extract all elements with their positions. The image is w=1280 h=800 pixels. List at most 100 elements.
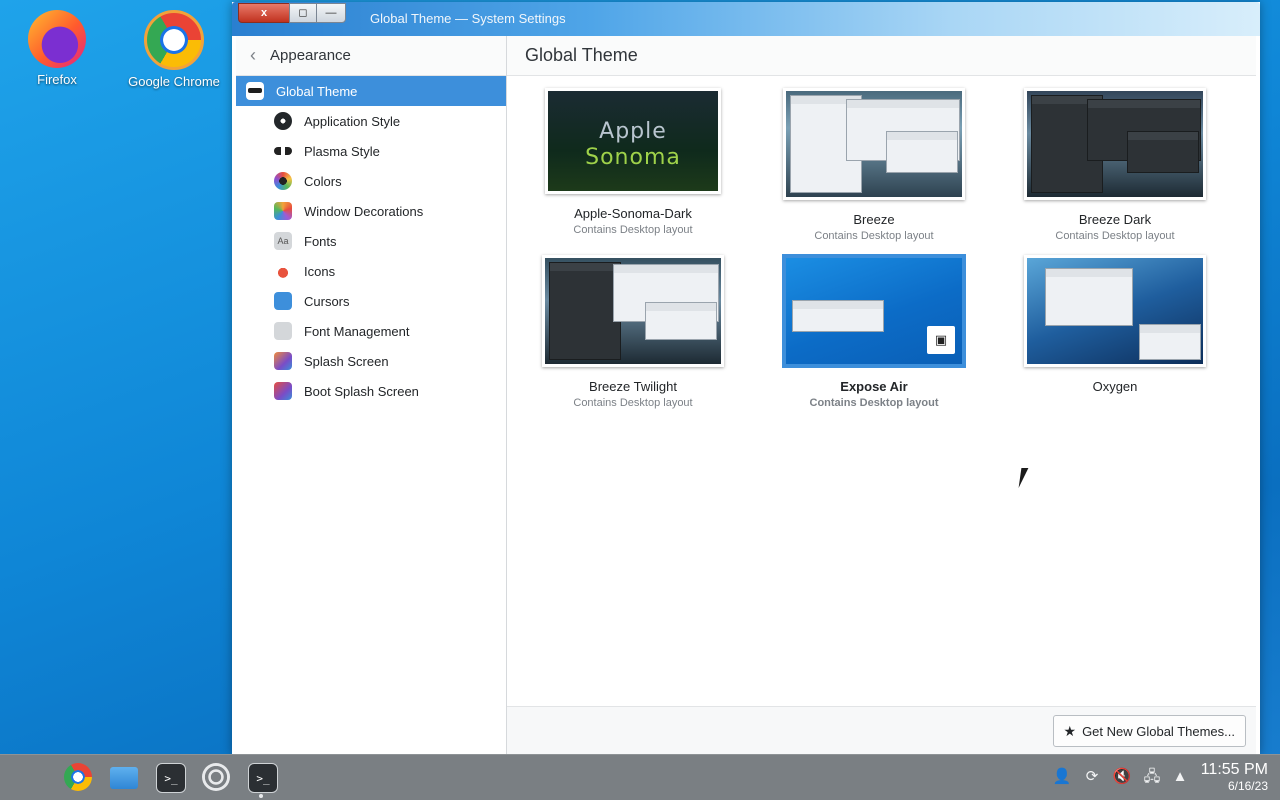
sidebar-item-global-theme[interactable]: Global Theme (236, 76, 506, 106)
sidebar-item-label: Font Management (304, 323, 410, 339)
settings-gear-icon[interactable] (202, 763, 230, 791)
theme-subtitle: Contains Desktop layout (814, 230, 934, 242)
desktop-icon-label: Firefox (37, 72, 77, 87)
sidebar-item-boot-splash-screen[interactable]: Boot Splash Screen (236, 376, 506, 406)
sidebar-item-colors[interactable]: Colors (236, 166, 506, 196)
theme-name: Oxygen (1092, 379, 1138, 394)
sidebar-item-label: Colors (304, 173, 342, 189)
theme-name: Breeze (853, 212, 895, 227)
page-title: Global Theme (507, 36, 1256, 76)
theme-name: Apple-Sonoma-Dark (574, 206, 692, 221)
taskbar: >_ >_ 👤 ⟳ 🔇 🖧 ▲ 11:55 PM 6/16/23 (0, 754, 1280, 800)
preview-window (1127, 131, 1199, 173)
theme-tile-breeze[interactable]: Breeze Contains Desktop layout (783, 88, 965, 242)
theme-preview (1024, 255, 1206, 367)
close-button[interactable]: x (238, 3, 290, 23)
icons-icon (274, 262, 292, 280)
clock-time: 11:55 PM (1200, 761, 1268, 778)
clock[interactable]: 11:55 PM 6/16/23 (1201, 761, 1268, 793)
theme-name: Expose Air (840, 379, 908, 394)
maximize-button[interactable]: ◻ (289, 3, 317, 23)
image-icon[interactable]: ▣ (927, 326, 955, 354)
sidebar-item-window-decorations[interactable]: Window Decorations (236, 196, 506, 226)
global-theme-icon (246, 82, 264, 100)
terminal-icon[interactable]: >_ (156, 763, 186, 793)
theme-subtitle: Contains Desktop layout (809, 397, 939, 409)
sidebar-item-label: Window Decorations (304, 203, 424, 219)
chrome-icon (144, 10, 204, 70)
theme-tile-breeze-dark[interactable]: Breeze Dark Contains Desktop layout (1024, 88, 1206, 242)
theme-tile-oxygen[interactable]: Oxygen (1024, 255, 1206, 397)
theme-subtitle: Contains Desktop layout (1055, 230, 1175, 242)
clock-date: 6/16/23 (1227, 779, 1268, 793)
desktop-icon-label: Google Chrome (128, 74, 220, 89)
sidebar-item-label: Application Style (304, 113, 401, 129)
sidebar-item-label: Splash Screen (304, 353, 389, 369)
theme-tile-apple-sonoma-dark[interactable]: Apple Sonoma Apple-Sonoma-Dark Contains … (542, 88, 724, 236)
sidebar-item-label: Icons (304, 263, 336, 279)
get-new-themes-label: Get New Global Themes... (1082, 723, 1235, 739)
desktop-icon-firefox[interactable]: Firefox (2, 0, 112, 87)
sidebar-item-label: Global Theme (276, 83, 358, 99)
window-title: Global Theme — System Settings (370, 11, 566, 26)
fonts-icon: Aa (274, 232, 292, 250)
sidebar-item-label: Plasma Style (304, 143, 380, 159)
theme-tile-expose-air[interactable]: ▣ Expose Air Contains Desktop layout (783, 255, 965, 409)
firefox-icon (28, 10, 86, 68)
sidebar-item-application-style[interactable]: Application Style (236, 106, 506, 136)
volume-muted-icon[interactable]: 🔇 (1112, 767, 1132, 787)
preview-text-line: Apple (599, 119, 667, 144)
theme-tile-breeze-twilight[interactable]: Breeze Twilight Contains Desktop layout (542, 255, 724, 409)
theme-preview (542, 255, 724, 367)
splash-screen-icon (274, 352, 292, 370)
font-management-icon (274, 322, 292, 340)
star-icon: ★ (1063, 722, 1077, 739)
theme-name: Breeze Dark (1078, 212, 1152, 227)
colors-icon (274, 172, 292, 190)
sidebar-item-splash-screen[interactable]: Splash Screen (236, 346, 506, 376)
title-bar[interactable]: x ◻ — Global Theme — System Settings (232, 2, 1260, 36)
boot-splash-icon (274, 382, 292, 400)
sidebar-header-title: Appearance (270, 47, 351, 64)
preview-window (1139, 324, 1201, 360)
sidebar-item-plasma-style[interactable]: Plasma Style (236, 136, 506, 166)
theme-preview (783, 88, 965, 200)
user-icon[interactable]: 👤 (1052, 767, 1072, 787)
theme-subtitle: Contains Desktop layout (573, 224, 693, 236)
sidebar-item-fonts[interactable]: Aa Fonts (236, 226, 506, 256)
chevron-up-icon[interactable]: ▲ (1170, 767, 1190, 787)
main-panel: Global Theme Apple Sonoma Apple-Sonoma-D… (507, 36, 1256, 755)
preview-window (645, 302, 717, 340)
desktop-icon-chrome[interactable]: Google Chrome (119, 0, 229, 89)
preview-window (549, 262, 621, 360)
sidebar-item-font-management[interactable]: Font Management (236, 316, 506, 346)
chrome-taskbar-icon[interactable] (64, 763, 92, 791)
sidebar-item-label: Fonts (304, 233, 337, 249)
theme-preview: ▣ (783, 255, 965, 367)
sidebar: ‹ Appearance Global Theme Application St… (236, 36, 507, 755)
theme-name: Breeze Twilight (589, 379, 677, 394)
preview-text-line: Sonoma (585, 145, 681, 170)
window-decorations-icon (274, 202, 292, 220)
get-new-themes-button[interactable]: ★ Get New Global Themes... (1052, 715, 1246, 747)
preview-window (1045, 268, 1133, 326)
application-style-icon (274, 112, 292, 130)
network-icon[interactable]: 🖧 (1142, 767, 1162, 787)
cursors-icon (274, 292, 292, 310)
plasma-style-icon (274, 147, 292, 155)
preview-window (792, 300, 884, 332)
sidebar-item-label: Boot Splash Screen (304, 383, 419, 399)
apple-menu-icon[interactable] (16, 763, 44, 791)
theme-preview: Apple Sonoma (545, 88, 721, 194)
sidebar-item-icons[interactable]: Icons (236, 256, 506, 286)
back-arrow-icon[interactable]: ‹ (236, 45, 270, 66)
minimize-button[interactable]: — (316, 3, 346, 23)
mouse-pointer-icon (1018, 468, 1036, 488)
footer-bar: ★ Get New Global Themes... (507, 706, 1256, 755)
files-folder-icon[interactable] (110, 767, 138, 789)
sync-icon[interactable]: ⟳ (1082, 767, 1102, 787)
preview-window (886, 131, 958, 173)
theme-subtitle: Contains Desktop layout (573, 397, 693, 409)
sidebar-item-cursors[interactable]: Cursors (236, 286, 506, 316)
terminal-active-icon[interactable]: >_ (248, 763, 278, 793)
